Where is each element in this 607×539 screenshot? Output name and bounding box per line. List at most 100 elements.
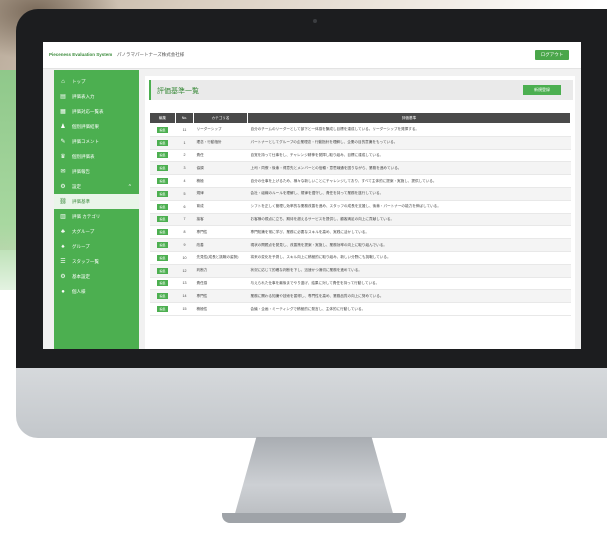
edit-cell: 編集 bbox=[149, 213, 176, 227]
row-criteria: 上司・同僚・後輩・得意先とメンバーとの信頼・意思疎通を図りながら、業務を進めてい… bbox=[247, 161, 571, 176]
row-number: 15 bbox=[175, 302, 194, 316]
row-number: 4 bbox=[175, 174, 194, 188]
row-category: 専門性 bbox=[193, 289, 248, 304]
sidebar-item-basic-settings[interactable]: ⚙ 基本設定 bbox=[54, 269, 139, 284]
table-row[interactable]: 編集 4 積極 自分の仕事を上げるため、様々な新しいことにチャレンジしており、すべて主… bbox=[149, 174, 571, 188]
edit-cell: 編集 bbox=[149, 200, 176, 214]
row-category: 先見性(成長と挑戦の姿勢) bbox=[193, 251, 248, 265]
edit-button[interactable]: 編集 bbox=[157, 293, 168, 300]
sidebar-item-criteria[interactable]: ⛓ 評価基準 bbox=[54, 194, 139, 209]
edit-button[interactable]: 編集 bbox=[157, 190, 168, 197]
table-row[interactable]: 編集 8 専門性 専門知識を常に学び、業務に必要なスキルを高め、実践に活かしている。 bbox=[149, 225, 571, 240]
column-header-edit: 編集 bbox=[149, 112, 176, 124]
column-header-criteria: 評価基準 bbox=[247, 112, 571, 124]
sidebar-item-label: 評価報告 bbox=[72, 168, 90, 174]
sidebar-item-group[interactable]: ♠ グループ bbox=[54, 239, 139, 254]
group-small-icon: ♠ bbox=[61, 243, 65, 250]
sidebar-item-category[interactable]: ▥ 評価 カテゴリ bbox=[54, 209, 139, 224]
edit-button[interactable]: 編集 bbox=[157, 165, 168, 172]
sidebar-item-label: 評価 カテゴリ bbox=[72, 213, 101, 219]
table-row[interactable]: 編集 11 リーダーシップ 自分のチームのリーダーとして部下と一体感を醸成し目標を達成… bbox=[149, 123, 571, 137]
row-number: 13 bbox=[175, 277, 194, 291]
table-header-row: 編集 No. カテゴリ名 評価基準 bbox=[149, 112, 571, 124]
row-number: 1 bbox=[175, 136, 194, 150]
sidebar-item-staff-list[interactable]: ☰ スタッフ一覧 bbox=[54, 254, 139, 269]
sidebar: ⌂ トップ ▤ 評価表入力 ▦ 評価対応一覧表 ♟ 個別評価結果 ✎ 評価コメン… bbox=[54, 70, 139, 349]
table-row[interactable]: 編集 6 育成 シフトを正しく管理し効率的な業務改善を進め、スタッフの成長を支援し、後… bbox=[149, 200, 571, 214]
edit-button[interactable]: 編集 bbox=[157, 267, 168, 274]
edit-cell: 編集 bbox=[149, 174, 176, 188]
table-row[interactable]: 編集 9 改善 現状の問題点を発見し、改善策を提案・実施し、業務効率の向上に取り組んで… bbox=[149, 238, 571, 252]
sidebar-item-individual-result[interactable]: ♟ 個別評価結果 bbox=[54, 119, 139, 134]
sidebar-item-label: グループ bbox=[72, 243, 90, 249]
sidebar-item-large-group[interactable]: ♣ 大グループ bbox=[54, 224, 139, 239]
edit-button[interactable]: 編集 bbox=[157, 254, 168, 261]
sidebar-item-top[interactable]: ⌂ トップ bbox=[54, 74, 139, 89]
table-row[interactable]: 編集 3 協調 上司・同僚・後輩・得意先とメンバーとの信頼・意思疎通を図りながら、業務… bbox=[149, 161, 571, 176]
sidebar-item-evaluation-report[interactable]: ✉ 評価報告 bbox=[54, 164, 139, 179]
row-number: 5 bbox=[175, 187, 194, 201]
table-row[interactable]: 編集 10 先見性(成長と挑戦の姿勢) 将来の変化を予測し、スキル向上に積極的に取り組… bbox=[149, 251, 571, 265]
edit-button[interactable]: 編集 bbox=[157, 126, 168, 133]
sidebar-item-label: 評価コメント bbox=[72, 138, 99, 144]
edit-button[interactable]: 編集 bbox=[157, 203, 168, 210]
row-category: 積極性 bbox=[193, 302, 248, 316]
app-brand[interactable]: Pieceness Evaluation System bbox=[49, 52, 112, 57]
edit-cell: 編集 bbox=[149, 149, 176, 163]
sidebar-item-settings[interactable]: ⚙ 設定 ^ bbox=[54, 179, 139, 194]
row-category: 規律 bbox=[193, 187, 248, 201]
table-row[interactable]: 編集 12 判断力 状況に応じて的確な判断を下し、迅速かつ適切に業務を進めている。 bbox=[149, 264, 571, 278]
edit-button[interactable]: 編集 bbox=[157, 152, 168, 159]
edit-button[interactable]: 編集 bbox=[157, 139, 168, 146]
sidebar-item-evaluation-input[interactable]: ▤ 評価表入力 bbox=[54, 89, 139, 104]
row-number: 14 bbox=[175, 289, 194, 304]
table-row[interactable]: 編集 13 責任感 与えられた仕事を最後までやり遂げ、結果に対して責任を持って行動して… bbox=[149, 277, 571, 291]
row-criteria: お客様の視点に立ち、期待を超えるサービスを提供し、顧客満足の向上に貢献している。 bbox=[247, 213, 571, 227]
new-entry-button[interactable]: 新規登録 bbox=[523, 85, 561, 95]
sidebar-item-individual-sheet[interactable]: ♛ 個別評価表 bbox=[54, 149, 139, 164]
row-number: 6 bbox=[175, 200, 194, 214]
table-row[interactable]: 編集 14 専門性 業務に関わる知識や技術を習得し、専門性を高め、業務品質の向上に努め… bbox=[149, 289, 571, 304]
column-header-no: No. bbox=[175, 112, 194, 124]
table-row[interactable]: 編集 1 理念・行動指針 パートナーとしてグループの企業理念・行動指針を理解し、企業の… bbox=[149, 136, 571, 150]
edit-button[interactable]: 編集 bbox=[157, 178, 168, 185]
edit-button[interactable]: 編集 bbox=[157, 216, 168, 223]
row-number: 2 bbox=[175, 149, 194, 163]
row-criteria: 自分のチームのリーダーとして部下と一体感を醸成し目標を達成している。リーダーシッ… bbox=[247, 123, 571, 137]
edit-button[interactable]: 編集 bbox=[157, 306, 168, 313]
sidebar-item-label: 大グループ bbox=[72, 228, 95, 234]
edit-button[interactable]: 編集 bbox=[157, 242, 168, 249]
edit-cell: 編集 bbox=[149, 187, 176, 201]
comment-icon: ✎ bbox=[60, 139, 66, 145]
edit-button[interactable]: 編集 bbox=[157, 229, 168, 236]
row-criteria: 現状の問題点を発見し、改善策を提案・実施し、業務効率の向上に取り組んでいる。 bbox=[247, 238, 571, 252]
sidebar-item-evaluation-comment[interactable]: ✎ 評価コメント bbox=[54, 134, 139, 149]
logout-button[interactable]: ログアウト bbox=[535, 50, 569, 60]
row-number: 8 bbox=[175, 225, 194, 240]
edit-button[interactable]: 編集 bbox=[157, 280, 168, 287]
monitor-chin bbox=[16, 368, 607, 438]
sidebar-item-evaluation-list[interactable]: ▦ 評価対応一覧表 bbox=[54, 104, 139, 119]
sidebar-item-personal[interactable]: ● 個人様 bbox=[54, 284, 139, 299]
table-row[interactable]: 編集 15 積極性 会議・企画・ミーティングで積極的に発言し、主体的に行動している。 bbox=[149, 302, 571, 316]
top-bar: Pieceness Evaluation System パノラマパートナーズ株式… bbox=[43, 42, 581, 69]
table-row[interactable]: 編集 2 責任 自覚を持って仕事をし、チャレンジ精神を発揮し取り組み、目標に達成してい… bbox=[149, 149, 571, 163]
row-number: 11 bbox=[175, 123, 194, 137]
row-criteria: パートナーとしてグループの企業理念・行動指針を理解し、企業の目的意識をもっている… bbox=[247, 136, 571, 150]
table-row[interactable]: 編集 7 接客 お客様の視点に立ち、期待を超えるサービスを提供し、顧客満足の向上に貢献… bbox=[149, 213, 571, 227]
edit-cell: 編集 bbox=[149, 277, 176, 291]
main-content: 評価基準一覧 新規登録 編集 No. カテゴリ名 評価基準 編集 11 リーダーシッ… bbox=[145, 76, 575, 349]
row-number: 7 bbox=[175, 213, 194, 227]
row-criteria: 業務に関わる知識や技術を習得し、専門性を高め、業務品質の向上に努めている。 bbox=[247, 289, 571, 304]
list-icon: ▦ bbox=[60, 109, 66, 115]
screen: Pieceness Evaluation System パノラマパートナーズ株式… bbox=[43, 42, 581, 349]
group-icon: ♣ bbox=[61, 228, 65, 235]
edit-cell: 編集 bbox=[149, 238, 176, 252]
page-header: 評価基準一覧 新規登録 bbox=[149, 80, 573, 100]
mail-icon: ✉ bbox=[60, 169, 66, 175]
table-row[interactable]: 編集 5 規律 会社・組織のルールを理解し、規律を遵守し、責任を持って業務を遂行してい… bbox=[149, 187, 571, 201]
row-criteria: 専門知識を常に学び、業務に必要なスキルを高め、実践に活かしている。 bbox=[247, 225, 571, 240]
row-number: 3 bbox=[175, 161, 194, 176]
sidebar-item-label: 評価基準 bbox=[72, 198, 90, 204]
staff-icon: ☰ bbox=[60, 259, 66, 265]
